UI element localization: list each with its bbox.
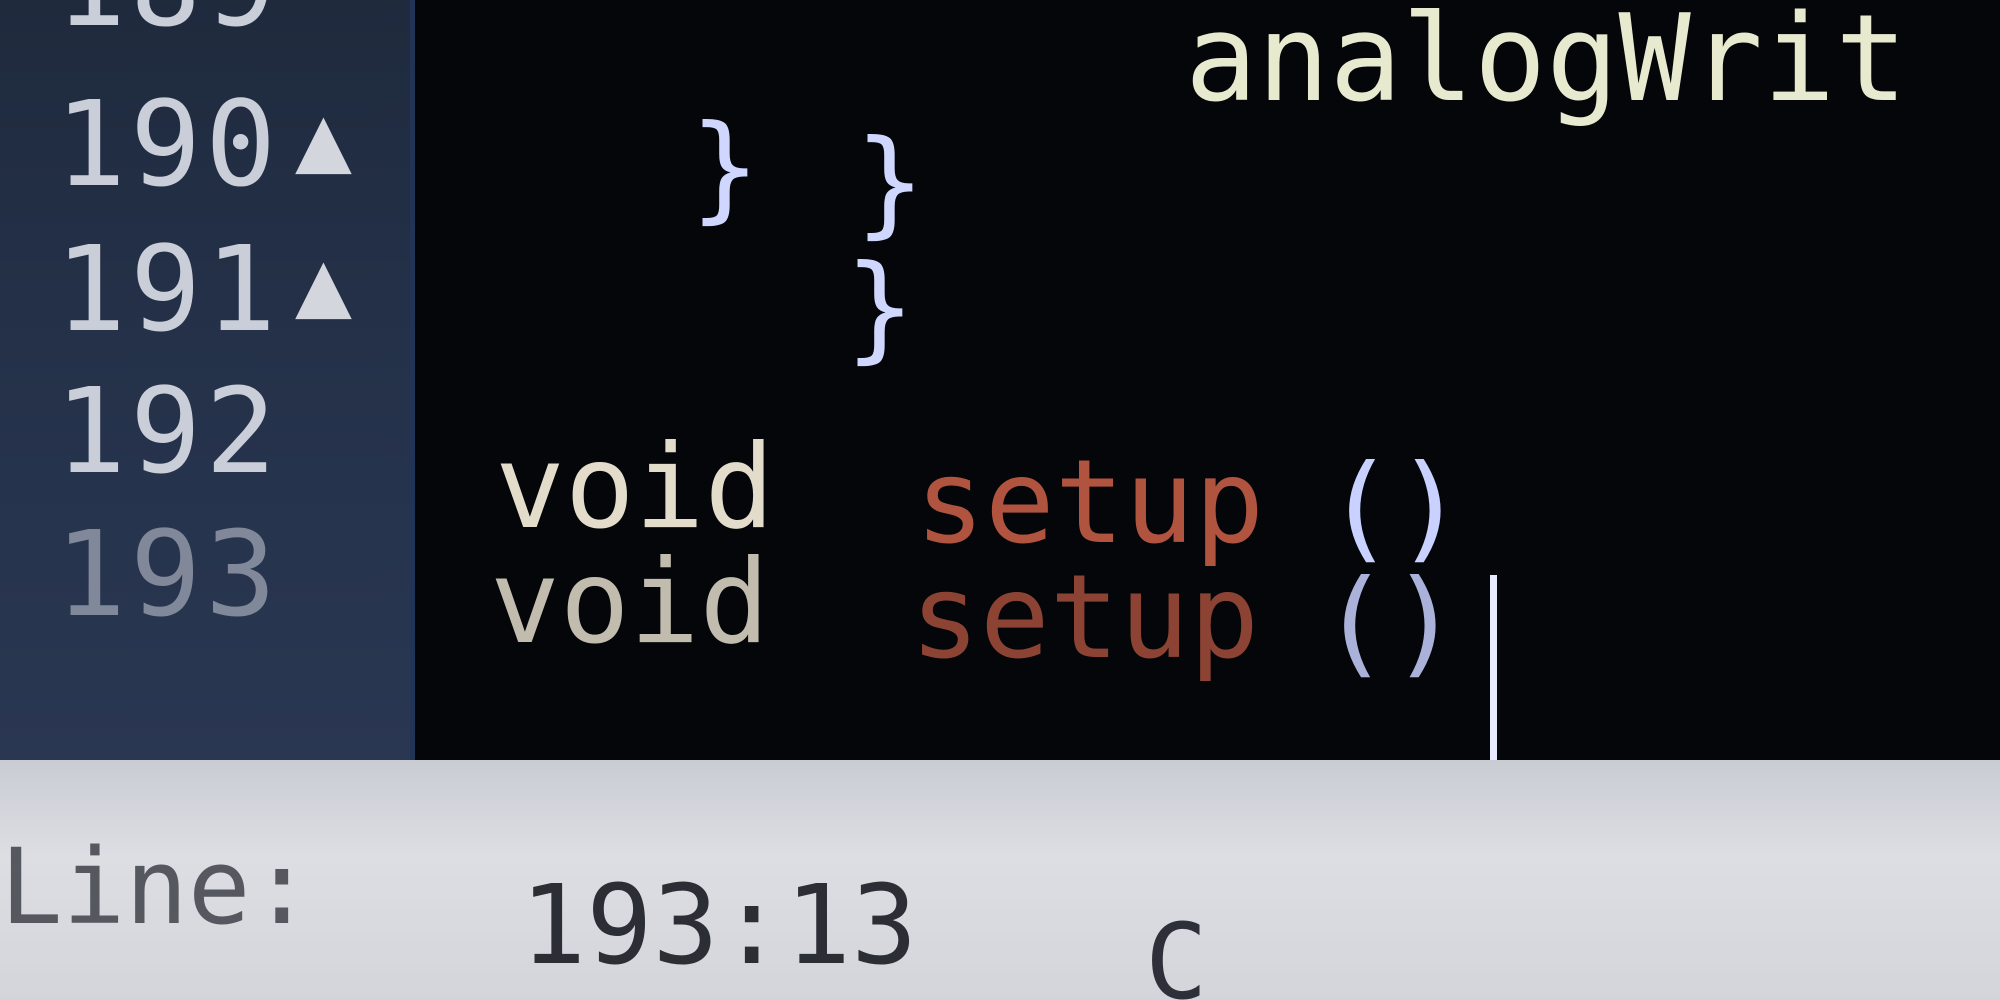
code-parens: () — [1325, 440, 1465, 575]
line-number: 192 — [55, 362, 281, 500]
gutter-line-193[interactable]: 193 — [0, 515, 410, 685]
code-keyword-void: void — [495, 420, 775, 555]
fold-marker-icon[interactable]: ▲ — [295, 103, 352, 177]
fold-marker-icon[interactable]: ▲ — [295, 248, 352, 322]
code-parens: () — [1320, 555, 1460, 690]
code-text-area[interactable]: analogWrit } } } void setup () void setu… — [415, 0, 2000, 860]
code-closing-brace: } — [855, 115, 925, 250]
line-number: 190 — [55, 75, 281, 213]
code-keyword-void: void — [490, 535, 770, 670]
code-function-setup: setup — [915, 435, 1265, 570]
code-analogwrite-call: analogWrit — [1185, 0, 1908, 129]
status-cursor-position[interactable]: 193:13 — [520, 870, 917, 980]
line-number-gutter: 189 190 ▲ 191 ▲ 192 193 — [0, 0, 410, 760]
status-language-mode[interactable]: C — [1145, 910, 1208, 1000]
line-number: 193 — [55, 505, 281, 643]
code-closing-brace: } — [845, 240, 915, 375]
code-closing-brace: } — [690, 100, 760, 235]
line-number: 191 — [55, 220, 281, 358]
code-editor-window: 189 190 ▲ 191 ▲ 192 193 analogWrit } } }… — [0, 0, 2000, 1000]
code-function-setup: setup — [910, 550, 1260, 685]
status-line-label: Line: — [0, 826, 314, 948]
status-bar: Line: 193:13 C — [0, 760, 2000, 1000]
line-number: 189 — [55, 0, 280, 43]
